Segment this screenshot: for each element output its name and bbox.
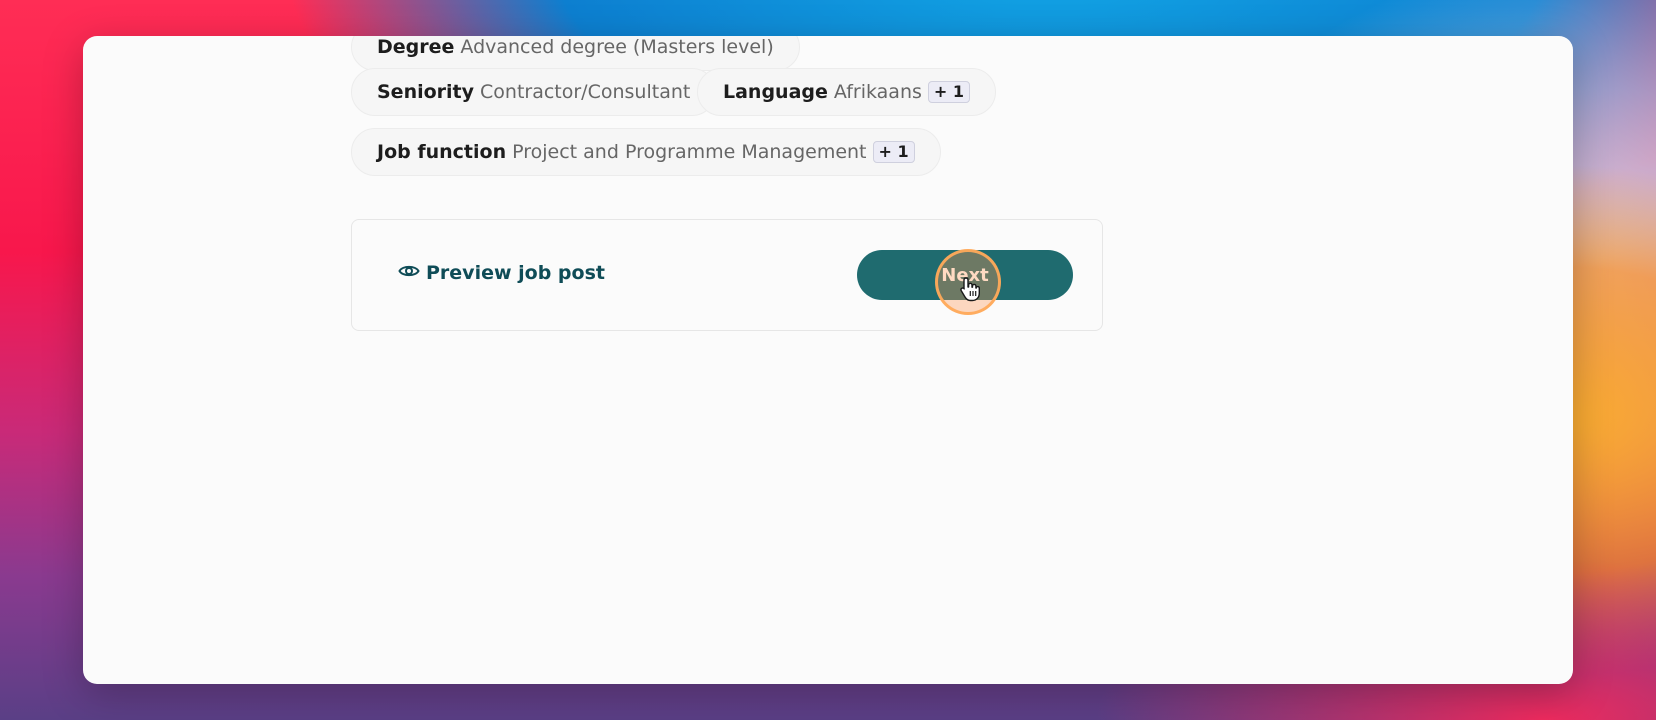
chip-key: Degree xyxy=(377,36,455,58)
chip-more-badge[interactable]: + 1 xyxy=(872,141,915,163)
chip-seniority: Seniority Contractor/Consultant xyxy=(351,68,717,116)
chip-more-badge[interactable]: + 1 xyxy=(927,81,970,103)
chip-value: Advanced degree (Masters level) xyxy=(460,36,774,58)
chip-key: Job function xyxy=(377,141,507,163)
action-footer: Preview job post Next xyxy=(351,219,1103,331)
chip-key: Seniority xyxy=(377,81,475,103)
chip-value: Project and Programme Management xyxy=(512,141,867,163)
eye-icon xyxy=(398,262,426,284)
preview-job-post-label: Preview job post xyxy=(426,262,605,284)
chip-language: Language Afrikaans + 1 xyxy=(697,68,996,116)
chip-key: Language xyxy=(723,81,828,103)
preview-job-post-link[interactable]: Preview job post xyxy=(398,262,605,284)
chip-value: Afrikaans xyxy=(833,81,922,103)
chip-job-function: Job function Project and Programme Manag… xyxy=(351,128,941,176)
chip-degree: Degree Advanced degree (Masters level) xyxy=(351,36,800,71)
next-button[interactable]: Next xyxy=(857,250,1073,300)
app-window: Degree Advanced degree (Masters level) S… xyxy=(83,36,1573,684)
chip-value: Contractor/Consultant xyxy=(480,81,691,103)
